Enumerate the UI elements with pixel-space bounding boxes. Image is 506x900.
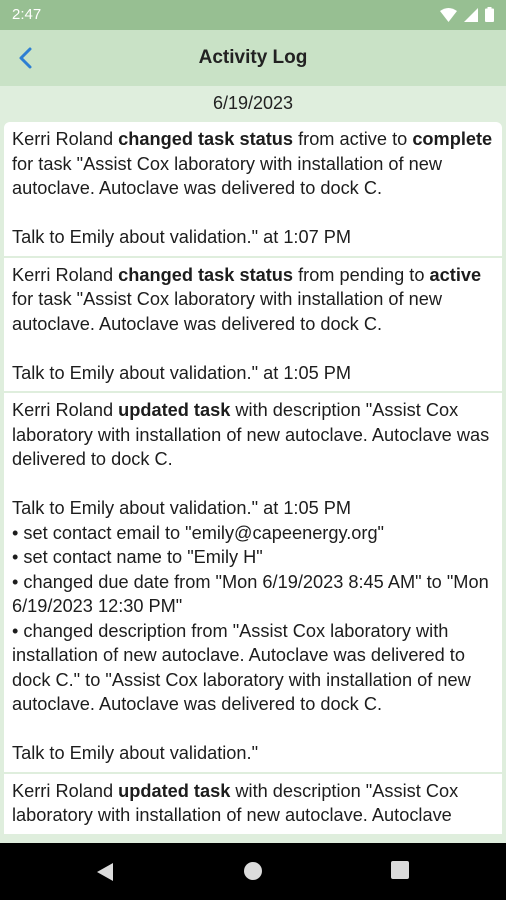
status-icons bbox=[440, 7, 494, 22]
battery-icon bbox=[485, 7, 494, 22]
date-header: 6/19/2023 bbox=[212, 93, 294, 113]
entry-middle: from pending to bbox=[298, 264, 425, 285]
nav-back-icon[interactable] bbox=[95, 861, 115, 883]
entry-action: updated task bbox=[118, 780, 231, 801]
entry-actor: Kerri Roland bbox=[12, 264, 114, 285]
entry-target-status: active bbox=[429, 264, 482, 285]
entry-action: changed task status bbox=[118, 264, 294, 285]
entry-change: • set contact name to "Emily H" bbox=[12, 547, 263, 567]
activity-entry: Kerri Roland updated task with descripti… bbox=[4, 393, 502, 772]
status-bar: 2:47 bbox=[0, 0, 506, 30]
page-title: Activity Log bbox=[198, 47, 308, 68]
entry-change: • changed due date from "Mon 6/19/2023 8… bbox=[12, 571, 494, 617]
entry-middle: from active to bbox=[298, 129, 408, 149]
app-bar: Activity Log bbox=[0, 30, 506, 86]
cellular-signal-icon bbox=[464, 7, 478, 22]
activity-entry: Kerri Roland updated task with descripti… bbox=[4, 773, 502, 834]
entry-change: • set contact email to "emily@capeenergy… bbox=[12, 522, 385, 543]
activity-entry: Kerri Roland changed task status from ac… bbox=[4, 122, 502, 256]
entry-target-status: complete bbox=[412, 129, 493, 149]
activity-entry: Kerri Roland changed task status from pe… bbox=[4, 257, 502, 391]
entry-actor: Kerri Roland bbox=[12, 400, 114, 420]
wifi-icon bbox=[440, 7, 457, 22]
entry-change: • changed description from "Assist Cox l… bbox=[12, 620, 471, 764]
nav-home-icon[interactable] bbox=[243, 861, 263, 881]
entry-action: changed task status bbox=[118, 129, 294, 149]
entry-details: for task "Assist Cox laboratory with ins… bbox=[12, 289, 442, 383]
entry-actor: Kerri Roland bbox=[12, 129, 114, 149]
entry-details: for task "Assist Cox laboratory with ins… bbox=[12, 153, 442, 248]
status-time: 2:47 bbox=[12, 6, 42, 23]
system-nav-bar bbox=[0, 843, 506, 900]
entry-action: updated task bbox=[118, 400, 231, 420]
activity-list[interactable]: Kerri Roland changed task status from ac… bbox=[4, 122, 502, 842]
nav-recents-icon[interactable] bbox=[391, 861, 409, 879]
entry-actor: Kerri Roland bbox=[12, 780, 114, 801]
